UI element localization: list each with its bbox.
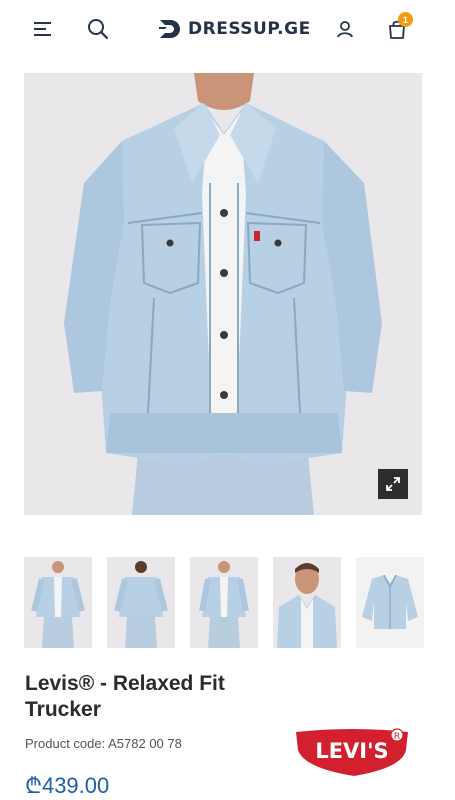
denim-jacket-photo [24, 73, 422, 515]
product-price: ₾439.00 [25, 773, 110, 798]
search-icon [88, 19, 109, 40]
thumbnail-3[interactable] [190, 557, 258, 648]
product-code: Product code: A5782 00 78 [25, 736, 182, 751]
cart-button[interactable]: 1 [382, 12, 413, 44]
thumbnail-photo [31, 561, 85, 648]
thumbnail-photo [277, 563, 337, 648]
thumbnail-strip [24, 557, 424, 649]
menu-button[interactable] [30, 16, 56, 42]
product-main-image[interactable] [24, 73, 422, 515]
search-button[interactable] [84, 15, 112, 43]
expand-icon [386, 477, 400, 491]
brand-logo-text: LEVI'S [315, 739, 388, 763]
thumbnail-1[interactable] [24, 557, 92, 648]
thumbnail-2[interactable] [107, 557, 175, 648]
thumbnail-photo [199, 561, 249, 648]
thumbnail-5[interactable] [356, 557, 424, 648]
cart-count-badge: 1 [398, 12, 413, 27]
levis-batwing-logo: LEVI'S R [296, 728, 408, 776]
user-icon [337, 21, 353, 38]
thumbnail-photo [114, 561, 168, 648]
brand-logo[interactable]: LEVI'S R [294, 728, 410, 778]
menu-icon [34, 22, 51, 36]
expand-image-button[interactable] [378, 469, 408, 499]
product-title: Levis® - Relaxed Fit Trucker [25, 672, 225, 721]
account-button[interactable] [332, 16, 358, 42]
header: DRESSUP.GE 1 [0, 0, 455, 58]
thumbnail-photo [362, 574, 418, 629]
logo-icon [159, 20, 180, 38]
logo-text: DRESSUP.GE [188, 19, 311, 39]
site-logo[interactable]: DRESSUP.GE [158, 16, 311, 42]
thumbnail-4[interactable] [273, 557, 341, 648]
svg-text:R: R [394, 732, 400, 742]
